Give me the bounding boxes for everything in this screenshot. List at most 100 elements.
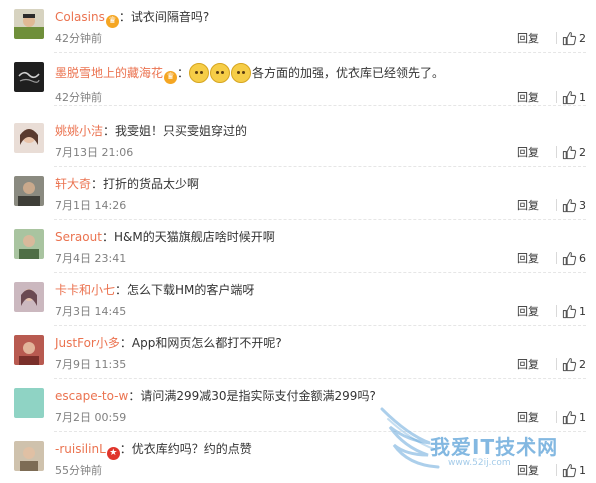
reply-button[interactable]: 回复 <box>517 252 539 266</box>
reply-button[interactable]: 回复 <box>517 199 539 213</box>
colon-separator: ： <box>103 124 116 138</box>
comment-item: 卡卡和小七：怎么下载HM的客户端呀 7月3日 14:45 回复 1 <box>0 273 596 326</box>
colon-separator: ： <box>101 230 114 244</box>
comment-item: 墨脱雪地上的藏海花 ♛： 各方面的加强，优衣库已经领先了。 42分钟前 回复 1 <box>0 53 596 106</box>
like-count: 2 <box>579 31 586 45</box>
avatar[interactable] <box>14 176 44 206</box>
timestamp: 7月13日 21:06 <box>55 146 134 159</box>
thumbs-up-icon <box>562 90 577 104</box>
avatar-image <box>14 176 44 206</box>
timestamp: 55分钟前 <box>55 464 102 477</box>
like-count: 1 <box>579 410 586 424</box>
reply-button[interactable]: 回复 <box>517 91 539 105</box>
reply-button[interactable]: 回复 <box>517 305 539 319</box>
colon-separator: ： <box>115 283 128 297</box>
comment-item: 姚姚小洁：我雯姐！只买雯姐穿过的 7月13日 21:06 回复 2 <box>0 114 596 167</box>
colon-separator: ： <box>177 66 190 80</box>
timestamp: 42分钟前 <box>55 32 102 45</box>
comment-item: JustFor小多：App和网页怎么都打不开呢? 7月9日 11:35 回复 2 <box>0 326 596 379</box>
avatar-image <box>14 229 44 259</box>
divider <box>556 411 557 423</box>
like-count: 1 <box>579 304 586 318</box>
like-button[interactable]: 1 <box>556 302 586 320</box>
thumbs-up-icon <box>562 463 577 477</box>
username-link[interactable]: 姚姚小洁 <box>55 124 103 138</box>
thumbs-up-icon <box>562 198 577 212</box>
divider <box>556 199 557 211</box>
like-count: 3 <box>579 198 586 212</box>
cat-emoticon-icon <box>210 63 231 83</box>
comment-text: 请问满299减30是指实际支付金额满299吗? <box>140 389 376 403</box>
comment-item: Seraout：H&M的天猫旗舰店啥时候开啊 7月4日 23:41 回复 6 <box>0 220 596 273</box>
colon-separator: ： <box>119 336 132 350</box>
comment-text: H&M的天猫旗舰店啥时候开啊 <box>113 230 275 244</box>
avatar[interactable] <box>14 282 44 312</box>
reply-button[interactable]: 回复 <box>517 464 539 478</box>
reply-button[interactable]: 回复 <box>517 32 539 46</box>
timestamp: 7月1日 14:26 <box>55 199 127 212</box>
reply-button[interactable]: 回复 <box>517 411 539 425</box>
comment-text: 打折的货品太少啊 <box>103 177 200 191</box>
username-link[interactable]: JustFor小多 <box>55 336 120 350</box>
avatar[interactable] <box>14 123 44 153</box>
cat-emoticon-icon <box>189 63 210 83</box>
timestamp: 7月4日 23:41 <box>55 252 127 265</box>
comment-text: 各方面的加强，优衣库已经领先了。 <box>252 66 445 80</box>
divider <box>556 252 557 264</box>
like-button[interactable]: 2 <box>556 29 586 47</box>
timestamp: 7月9日 11:35 <box>55 358 127 371</box>
avatar[interactable] <box>14 388 44 418</box>
avatar-image <box>14 388 44 418</box>
avatar-image <box>14 282 44 312</box>
username-link[interactable]: 墨脱雪地上的藏海花 <box>55 66 163 80</box>
like-button[interactable]: 2 <box>556 143 586 161</box>
avatar[interactable] <box>14 335 44 365</box>
comment-item: -ruisilinL ★ ：优衣库约吗？约的点赞 55分钟前 回复 1 <box>0 432 596 483</box>
thumbs-up-icon <box>562 357 577 371</box>
username-link[interactable]: -ruisilinL <box>55 442 106 456</box>
username-link[interactable]: 卡卡和小七 <box>55 283 115 297</box>
colon-separator: ： <box>128 389 141 403</box>
comment-item: 轩大奇：打折的货品太少啊 7月1日 14:26 回复 3 <box>0 167 596 220</box>
avatar[interactable] <box>14 229 44 259</box>
like-button[interactable]: 2 <box>556 355 586 373</box>
avatar[interactable] <box>14 441 44 471</box>
avatar[interactable] <box>14 62 44 92</box>
thumbs-up-icon <box>562 31 577 45</box>
username-link[interactable]: Colasins <box>55 10 105 24</box>
star-badge-icon: ★ <box>106 447 120 460</box>
comment-text: App和网页怎么都打不开呢? <box>131 336 282 350</box>
username-link[interactable]: escape-to-w <box>55 389 128 403</box>
comment-text: 我雯姐！只买雯姐穿过的 <box>115 124 248 138</box>
thumbs-up-icon <box>562 251 577 265</box>
divider <box>556 464 557 476</box>
like-button[interactable]: 1 <box>556 88 586 106</box>
divider <box>556 91 557 103</box>
like-button[interactable]: 1 <box>556 408 586 426</box>
thumbs-up-icon <box>562 145 577 159</box>
colon-separator: ： <box>118 10 131 24</box>
reply-button[interactable]: 回复 <box>517 146 539 160</box>
colon-separator: ： <box>91 177 104 191</box>
reply-button[interactable]: 回复 <box>517 358 539 372</box>
username-link[interactable]: 轩大奇 <box>55 177 91 191</box>
comment-item: escape-to-w：请问满299减30是指实际支付金额满299吗? 7月2日… <box>0 379 596 432</box>
divider <box>556 32 557 44</box>
like-button[interactable]: 1 <box>556 461 586 479</box>
comment-item: Colasins ♛ ：试衣间隔音吗? 42分钟前 回复 2 <box>0 0 596 53</box>
avatar-image <box>14 62 44 92</box>
like-button[interactable]: 3 <box>556 196 586 214</box>
comment-text: 怎么下载HM的客户端呀 <box>127 283 255 297</box>
crown-badge-icon: ♛ <box>105 15 119 28</box>
avatar-image <box>14 335 44 365</box>
cat-emoticon-icon <box>231 63 252 83</box>
avatar[interactable] <box>14 9 44 39</box>
comment-text: 优衣库约吗？约的点赞 <box>131 442 252 456</box>
like-button[interactable]: 6 <box>556 249 586 267</box>
avatar-image <box>14 123 44 153</box>
username-link[interactable]: Seraout <box>55 230 102 244</box>
divider <box>556 146 557 158</box>
timestamp: 7月2日 00:59 <box>55 411 127 424</box>
timestamp: 7月3日 14:45 <box>55 305 127 318</box>
timestamp: 42分钟前 <box>55 91 102 104</box>
